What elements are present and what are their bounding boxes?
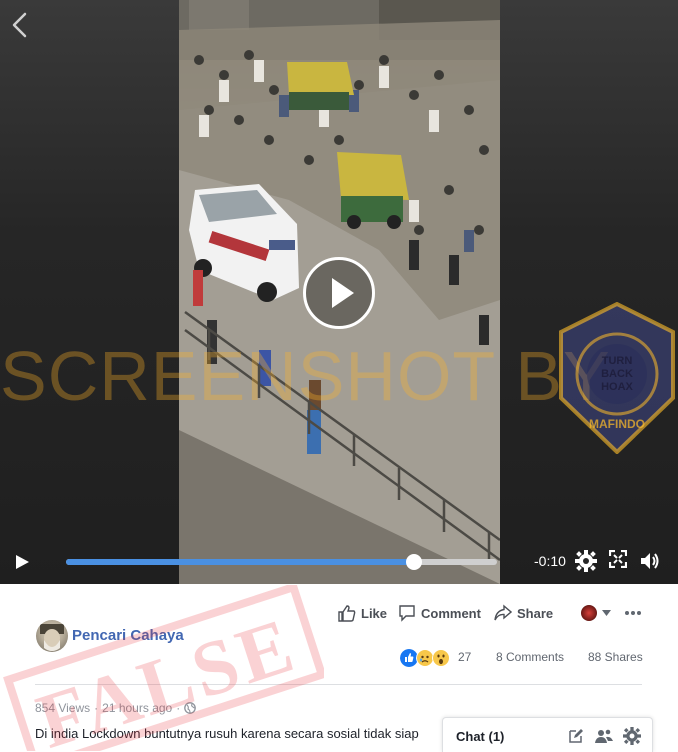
author-photo	[40, 624, 64, 651]
comment-label: Comment	[421, 605, 481, 621]
chat-settings-gear-icon[interactable]	[623, 727, 641, 745]
share-label: Share	[517, 605, 554, 621]
meta-separator: ·	[94, 701, 99, 715]
back-arrow-icon[interactable]	[8, 10, 32, 40]
progress-bar[interactable]	[66, 554, 497, 570]
reaction-count[interactable]: 27	[458, 650, 471, 664]
svg-text:BACK: BACK	[601, 368, 633, 380]
svg-text:HOAX: HOAX	[601, 381, 633, 393]
more-options-icon[interactable]	[624, 610, 642, 616]
time-remaining: -0:10	[534, 553, 566, 569]
view-count: 854 Views	[35, 701, 91, 715]
author-name[interactable]: Pencari Cahaya	[72, 627, 184, 644]
comment-button[interactable]: Comment	[398, 604, 481, 622]
divider	[35, 684, 642, 685]
mafindo-seal-logo: TURN BACK HOAX MAFINDO	[559, 302, 675, 454]
comment-icon	[399, 605, 415, 622]
post-caption: Di india Lockdown buntutnya rusuh karena…	[35, 726, 419, 741]
fullscreen-icon[interactable]	[609, 550, 627, 568]
meta-separator: ·	[176, 701, 181, 715]
like-label: Like	[361, 605, 388, 621]
reaction-icons[interactable]	[400, 649, 460, 667]
share-icon	[494, 604, 512, 621]
comments-count[interactable]: 8 Comments	[496, 650, 564, 664]
volume-icon[interactable]	[639, 550, 661, 572]
react-as-selector[interactable]	[581, 605, 611, 621]
video-player[interactable]: SCREENSHOT BY TURN BACK HOAX MAFINDO -0:…	[0, 0, 678, 584]
play-icon[interactable]	[14, 554, 30, 570]
post-time[interactable]: 21 hours ago	[102, 701, 172, 715]
shares-count[interactable]: 88 Shares	[588, 650, 643, 664]
thumbs-up-icon	[338, 605, 356, 622]
chat-label[interactable]: Chat (1)	[456, 729, 504, 744]
like-button[interactable]: Like	[338, 604, 387, 622]
globe-icon[interactable]	[184, 702, 197, 714]
compose-icon[interactable]	[568, 728, 584, 744]
progress-fill	[66, 559, 414, 565]
settings-gear-icon[interactable]	[575, 550, 597, 572]
video-controls: -0:10	[0, 540, 678, 584]
avatar[interactable]	[36, 620, 68, 652]
progress-scrubber[interactable]	[405, 554, 422, 570]
page-avatar-icon	[581, 605, 597, 621]
wow-reaction-icon	[432, 649, 450, 667]
play-overlay-button[interactable]	[303, 257, 375, 329]
chat-bar[interactable]: Chat (1)	[442, 717, 653, 752]
chevron-down-icon	[602, 610, 611, 616]
post-meta: 854 Views · 21 hours ago ·	[35, 701, 197, 715]
share-button[interactable]: Share	[494, 604, 553, 622]
svg-text:MAFINDO: MAFINDO	[589, 417, 645, 431]
new-group-icon[interactable]	[595, 728, 613, 744]
screenshot-watermark: SCREENSHOT BY	[0, 337, 611, 415]
svg-text:TURN: TURN	[602, 355, 633, 367]
play-icon	[332, 278, 354, 308]
